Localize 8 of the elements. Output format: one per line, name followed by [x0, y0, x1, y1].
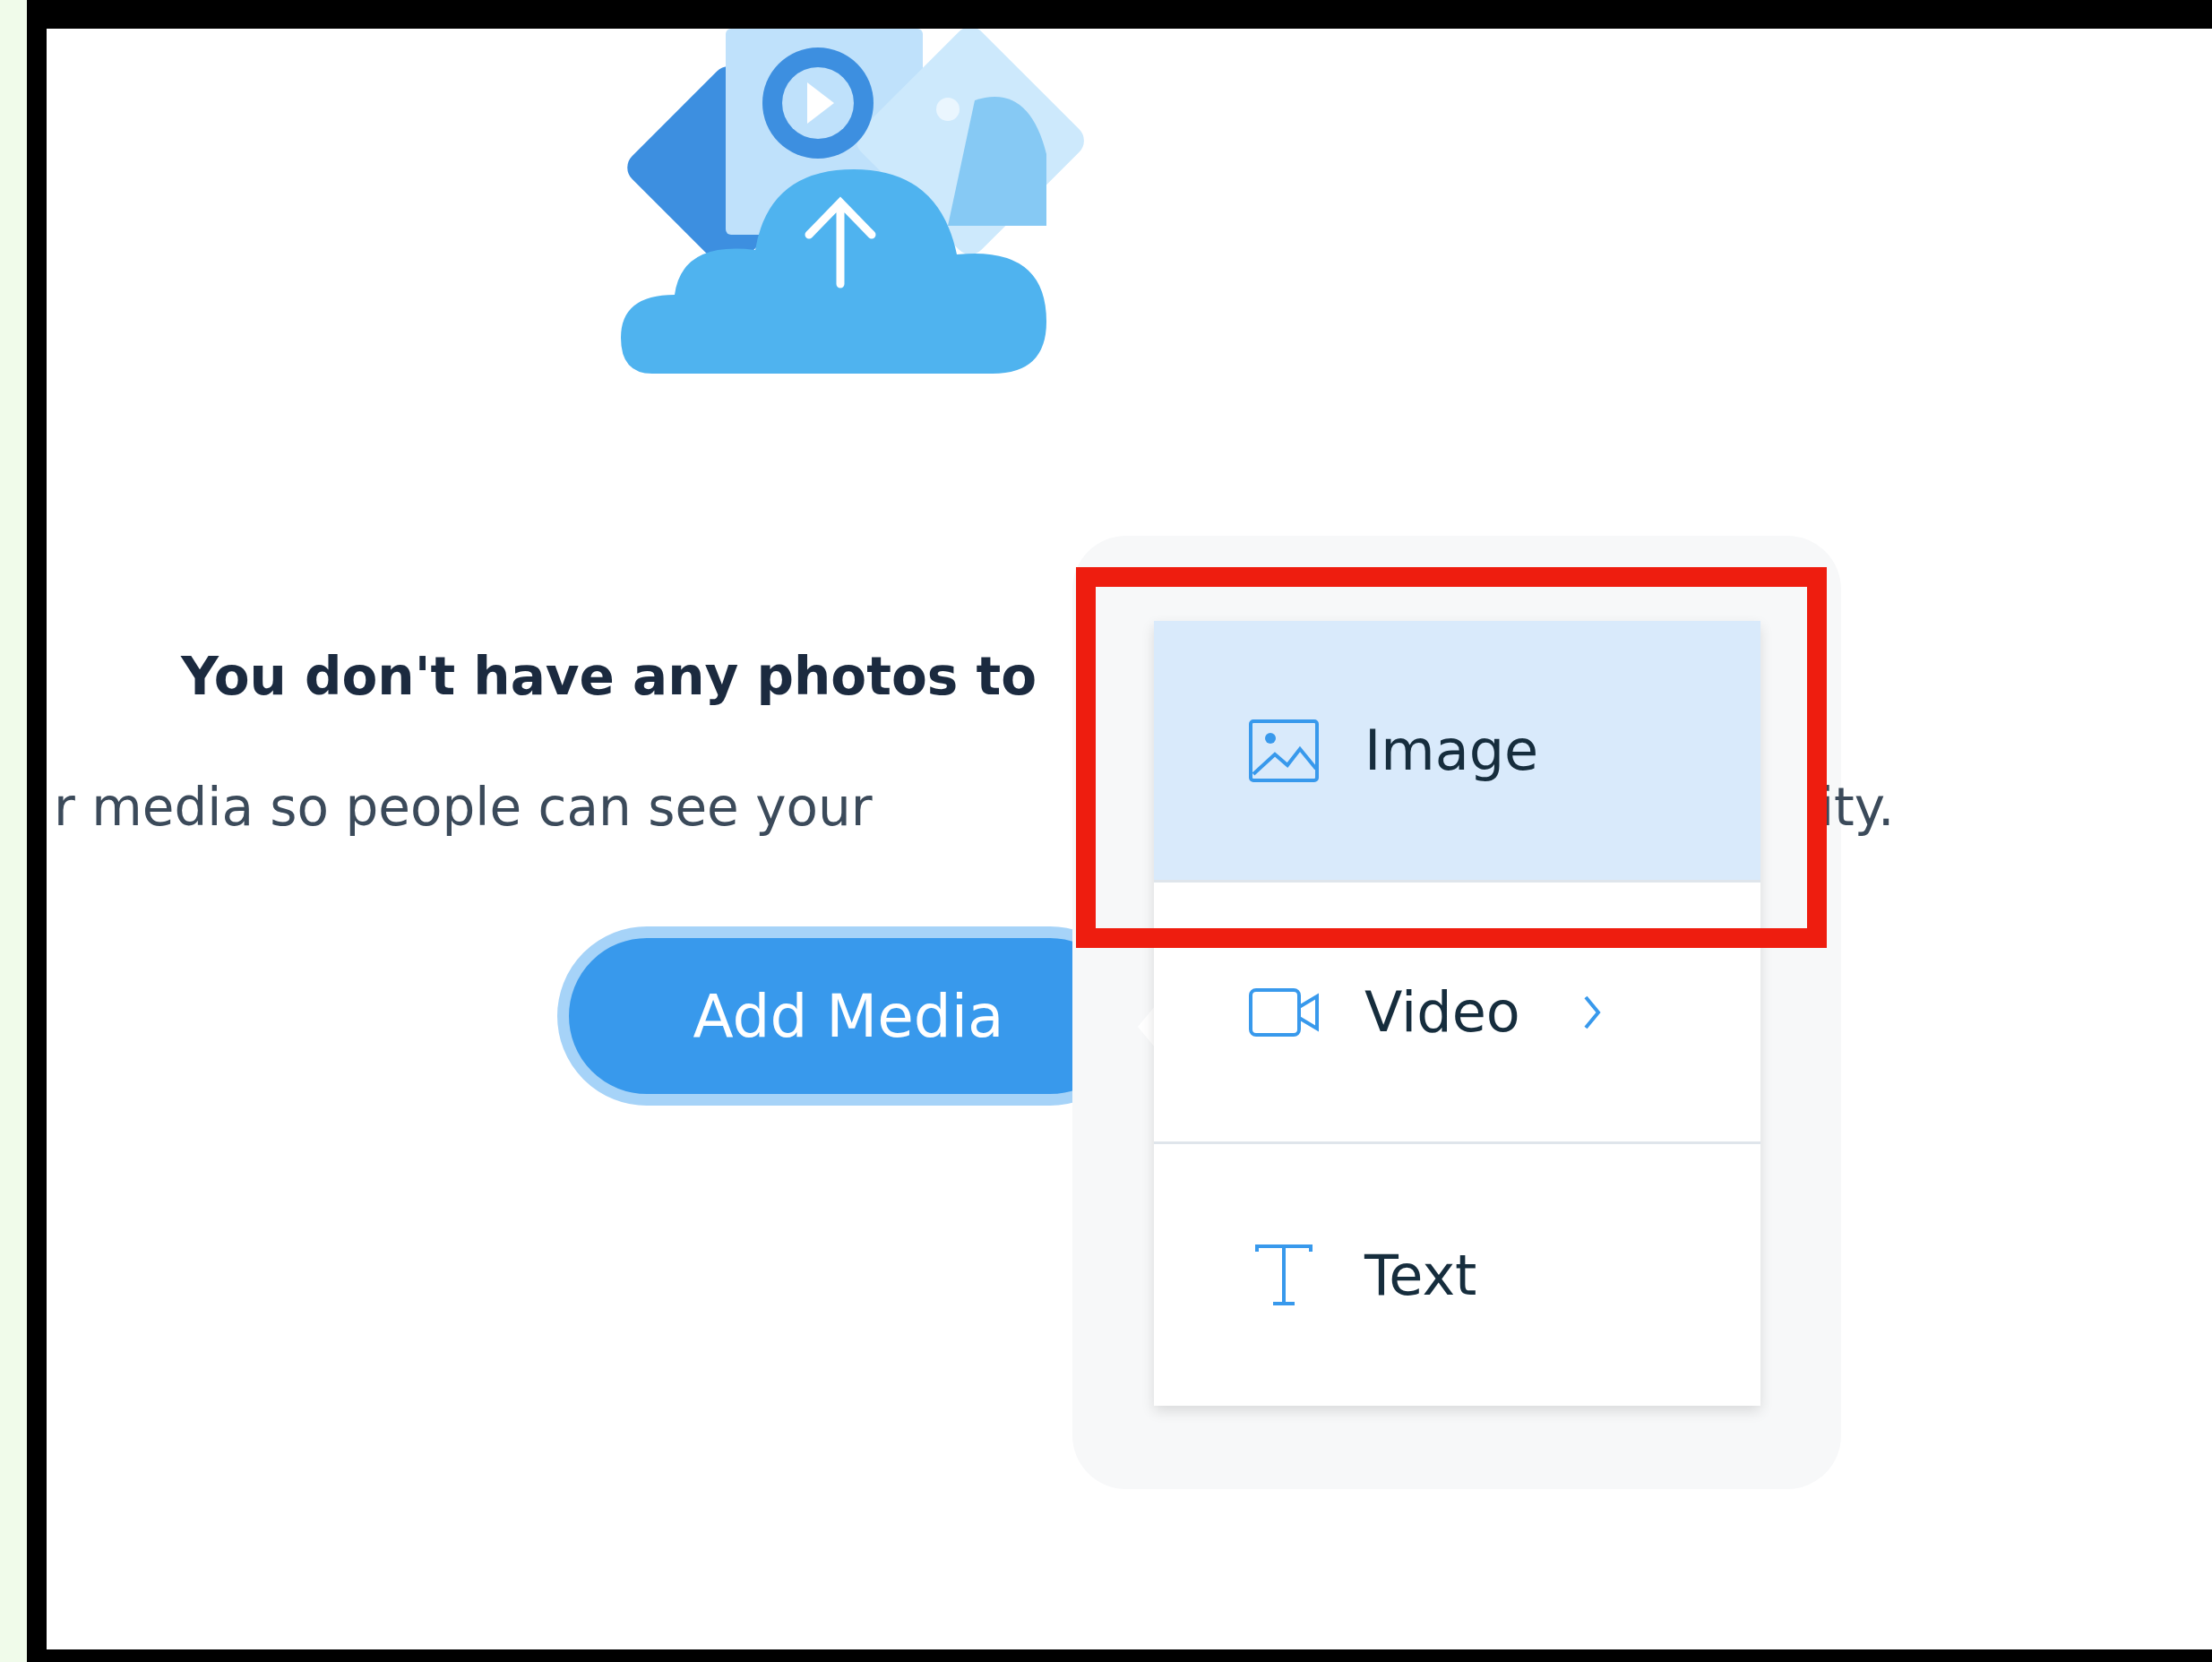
- video-camera-icon: [1248, 986, 1320, 1038]
- image-icon: [1248, 718, 1320, 783]
- empty-state-heading: You don't have any photos to: [181, 645, 1038, 709]
- chevron-right-icon: [1582, 994, 1601, 1030]
- menu-item[interactable]: Image: [1154, 621, 1760, 883]
- empty-state-description: r media so people can see your: [54, 776, 873, 840]
- menu-item[interactable]: Text: [1154, 1144, 1760, 1406]
- menu-item[interactable]: Video: [1154, 883, 1760, 1144]
